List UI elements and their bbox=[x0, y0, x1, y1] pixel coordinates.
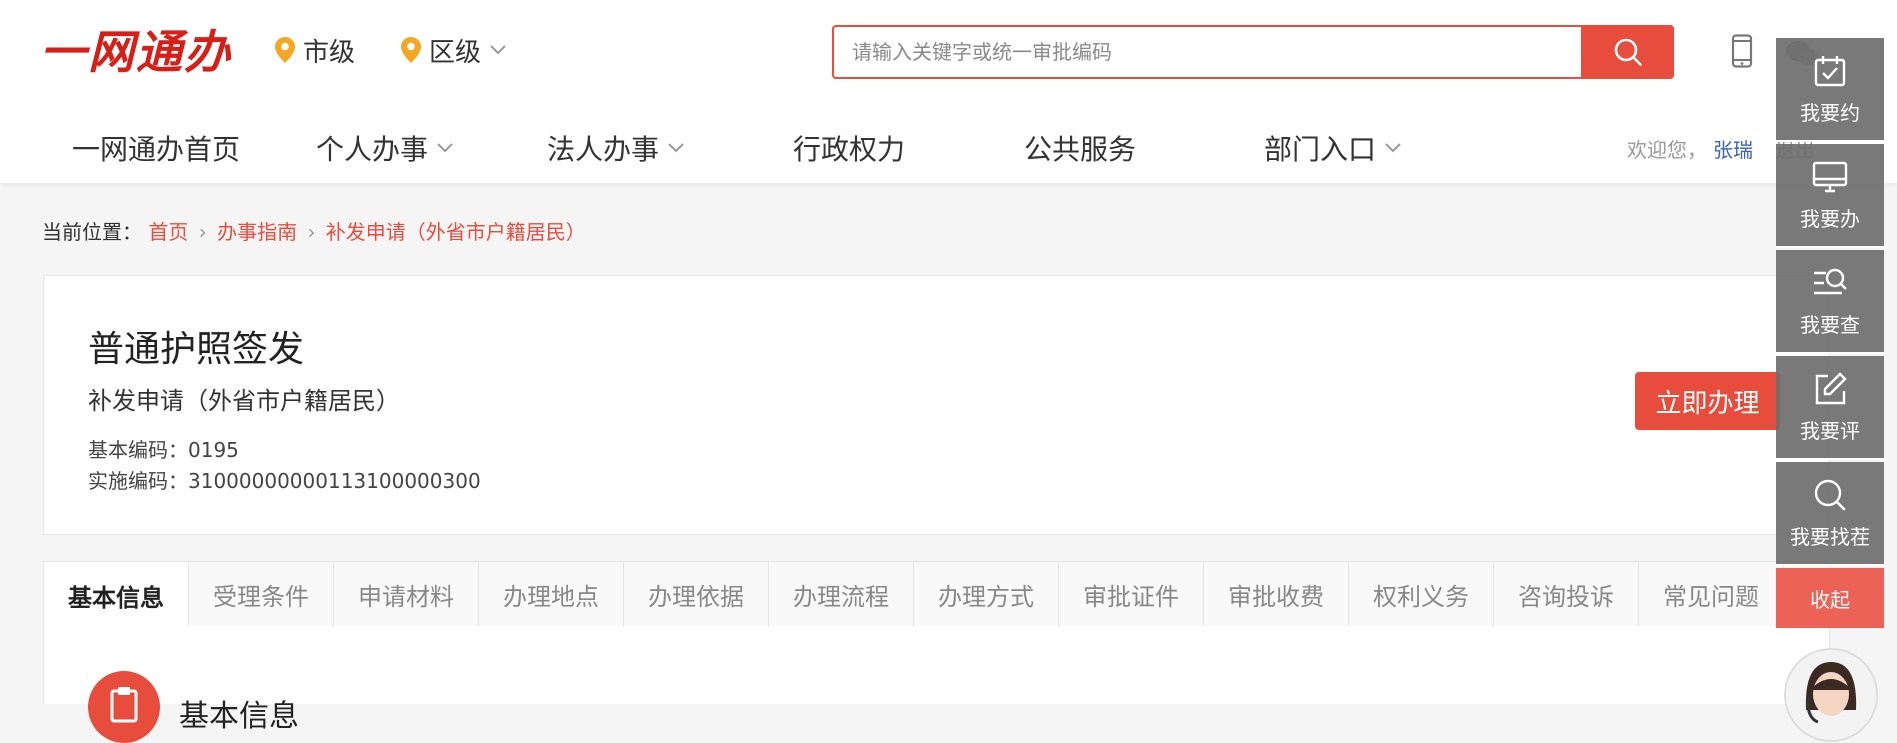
breadcrumb-separator: › bbox=[307, 220, 316, 244]
float-item-query[interactable]: 我要查 bbox=[1776, 250, 1884, 354]
detail-tabs: 基本信息 受理条件 申请材料 办理地点 办理依据 办理流程 办理方式 审批证件 … bbox=[43, 561, 1830, 628]
tab-locations[interactable]: 办理地点 bbox=[479, 562, 624, 626]
breadcrumb-guide[interactable]: 办事指南 bbox=[217, 220, 297, 244]
nav-item-departments[interactable]: 部门入口 bbox=[1264, 120, 1402, 176]
chevron-down-icon bbox=[437, 143, 453, 153]
region-city-label: 市级 bbox=[303, 37, 356, 68]
welcome-text: 欢迎您， bbox=[1627, 138, 1707, 162]
nav-item-label: 一网通办首页 bbox=[72, 133, 241, 166]
list-search-icon bbox=[1814, 268, 1847, 294]
service-subtitle: 补发申请（外省市户籍居民） bbox=[88, 387, 400, 415]
nav-item-label: 公共服务 bbox=[1024, 133, 1137, 166]
float-item-label: 我要评 bbox=[1800, 418, 1860, 443]
nav-item-home[interactable]: 一网通办首页 bbox=[72, 120, 240, 176]
breadcrumb-separator: › bbox=[198, 220, 207, 244]
basic-info-section: 基本信息 bbox=[43, 626, 1830, 743]
apply-now-button[interactable]: 立即办理 bbox=[1635, 372, 1780, 430]
tab-acceptance-conditions[interactable]: 受理条件 bbox=[189, 562, 334, 626]
float-collapse-button[interactable]: 收起 bbox=[1776, 568, 1884, 628]
breadcrumb-home[interactable]: 首页 bbox=[148, 220, 188, 244]
float-item-handle[interactable]: 我要办 bbox=[1776, 144, 1884, 248]
phone-icon[interactable] bbox=[1731, 34, 1753, 68]
tab-basic-info[interactable]: 基本信息 bbox=[44, 562, 189, 628]
region-district[interactable]: 区级 bbox=[401, 30, 515, 70]
calendar-check-icon bbox=[1814, 55, 1846, 86]
nav-item-label: 行政权力 bbox=[793, 133, 906, 166]
tab-fees[interactable]: 审批收费 bbox=[1204, 562, 1349, 626]
nav-item-label: 部门入口 bbox=[1264, 133, 1377, 166]
float-item-label: 我要找茬 bbox=[1790, 524, 1870, 549]
basic-code: 基本编码：0195 bbox=[88, 438, 239, 462]
breadcrumb-current[interactable]: 补发申请（外省市户籍居民） bbox=[326, 220, 586, 244]
search-box bbox=[832, 25, 1674, 79]
tab-certificates[interactable]: 审批证件 bbox=[1059, 562, 1204, 626]
breadcrumb: 当前位置： 首页 › 办事指南 › 补发申请（外省市户籍居民） bbox=[42, 216, 586, 245]
region-city[interactable]: 市级 bbox=[275, 30, 355, 70]
header: 一网通办 市级 区级 请输入关键字或统一审批编码 一网通办首页 个人办事 法人办… bbox=[0, 0, 1897, 183]
region-district-label: 区级 bbox=[429, 37, 482, 68]
nav-item-admin-power[interactable]: 行政权力 bbox=[793, 120, 905, 176]
tab-consult-complaint[interactable]: 咨询投诉 bbox=[1494, 562, 1639, 626]
chevron-down-icon bbox=[1385, 143, 1401, 153]
site-logo[interactable]: 一网通办 bbox=[40, 27, 232, 77]
tab-faq[interactable]: 常见问题 bbox=[1639, 562, 1784, 626]
service-title: 普通护照签发 bbox=[88, 329, 305, 370]
float-item-label: 我要查 bbox=[1800, 312, 1860, 337]
nav-item-label: 个人办事 bbox=[316, 133, 429, 166]
search-input[interactable] bbox=[834, 27, 1579, 77]
float-item-appointment[interactable]: 我要约 bbox=[1776, 38, 1884, 142]
search-button[interactable] bbox=[1581, 25, 1674, 79]
clipboard-icon bbox=[88, 671, 160, 743]
search-icon bbox=[1614, 38, 1642, 66]
float-item-evaluate[interactable]: 我要评 bbox=[1776, 356, 1884, 460]
monitor-icon bbox=[1812, 161, 1848, 192]
main-nav: 一网通办首页 个人办事 法人办事 行政权力 公共服务 部门入口 bbox=[0, 120, 1897, 176]
service-info-card: 普通护照签发 补发申请（外省市户籍居民） 基本编码：0195 实施编码：3100… bbox=[43, 275, 1830, 535]
nav-item-label: 法人办事 bbox=[547, 133, 660, 166]
float-item-report[interactable]: 我要找茬 bbox=[1776, 462, 1884, 566]
customer-service-avatar[interactable] bbox=[1784, 648, 1878, 742]
breadcrumb-label: 当前位置： bbox=[42, 220, 142, 244]
section-title: 基本信息 bbox=[179, 699, 299, 734]
tab-application-materials[interactable]: 申请材料 bbox=[334, 562, 479, 626]
location-pin-icon bbox=[275, 37, 295, 63]
float-item-label: 我要约 bbox=[1800, 100, 1860, 125]
float-item-label: 我要办 bbox=[1800, 206, 1860, 231]
nav-item-corporate[interactable]: 法人办事 bbox=[547, 120, 685, 176]
nav-item-public-service[interactable]: 公共服务 bbox=[1024, 120, 1136, 176]
tab-process[interactable]: 办理流程 bbox=[769, 562, 914, 626]
tab-methods[interactable]: 办理方式 bbox=[914, 562, 1059, 626]
chevron-down-icon bbox=[490, 45, 506, 55]
tab-rights-duties[interactable]: 权利义务 bbox=[1349, 562, 1494, 626]
edit-icon bbox=[1815, 371, 1847, 404]
tab-legal-basis[interactable]: 办理依据 bbox=[624, 562, 769, 626]
chevron-down-icon bbox=[668, 143, 684, 153]
location-pin-icon bbox=[401, 37, 421, 63]
implementation-code: 实施编码：31000000000113100000300 bbox=[88, 469, 481, 493]
search-icon bbox=[1814, 479, 1846, 510]
user-name-link[interactable]: 张瑞 bbox=[1713, 138, 1753, 162]
nav-item-personal[interactable]: 个人办事 bbox=[316, 120, 454, 176]
